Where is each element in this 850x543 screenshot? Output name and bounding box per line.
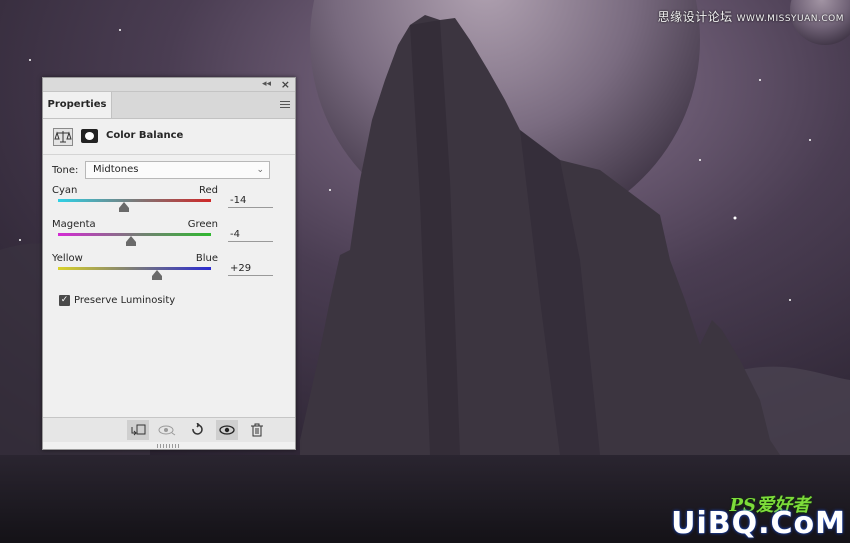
slider-right-label: Blue [195,253,218,264]
watermark-bottom: UiBQ.CoM [671,506,846,541]
watermark-top-cn: 思缘设计论坛 [657,10,733,24]
slider-value-field[interactable]: -4 [228,228,273,242]
properties-panel: ◂◂ × Properties Color Balance Tone: Midt… [42,77,296,450]
resize-grip[interactable] [157,444,179,448]
slider-left-label: Magenta [52,219,96,230]
watermark-top: 思缘设计论坛 WWW.MISSYUAN.COM [658,8,844,25]
slider-thumb[interactable] [126,236,137,246]
tone-label: Tone: [52,165,79,176]
color-balance-icon[interactable] [53,128,73,146]
slider-cyan-red: Cyan Red -14 [43,185,295,219]
clip-to-layer-icon[interactable] [127,420,149,440]
visibility-icon[interactable] [216,420,238,440]
slider-right-label: Red [199,185,218,196]
slider-value-field[interactable]: -14 [228,194,273,208]
adjustment-header: Color Balance [43,119,295,155]
preserve-luminosity-row: ✓ Preserve Luminosity [43,293,295,315]
slider-right-label: Green [187,219,218,230]
panel-menu-icon[interactable] [280,101,290,109]
slider-left-label: Cyan [52,185,78,196]
slider-yellow-blue: Yellow Blue +29 [43,253,295,287]
slider-group: Cyan Red -14 Magenta Green -4 Yellow Blu… [43,185,295,287]
slider-value-field[interactable]: +29 [228,262,273,276]
slider-thumb[interactable] [151,270,162,280]
slider-track[interactable] [58,267,211,270]
panel-bottom-bar [43,417,295,442]
tab-row: Properties [43,92,295,119]
panel-titlebar[interactable]: ◂◂ × [43,78,295,92]
delete-icon[interactable] [246,420,268,440]
close-icon[interactable]: × [281,78,290,91]
adjustment-title: Color Balance [106,130,184,141]
reset-icon[interactable] [186,420,208,440]
tone-row: Tone: Midtones ⌄ [43,155,295,185]
tone-select-value: Midtones [93,164,139,175]
tone-select[interactable]: Midtones ⌄ [85,161,270,179]
view-previous-icon[interactable] [156,420,178,440]
preserve-luminosity-checkbox[interactable]: ✓ [59,295,70,306]
slider-thumb[interactable] [118,202,129,212]
tab-properties[interactable]: Properties [43,92,112,118]
watermark-top-site: WWW.MISSYUAN.COM [736,14,844,24]
slider-left-label: Yellow [52,253,83,264]
layer-mask-icon[interactable] [81,129,98,143]
preserve-luminosity-label: Preserve Luminosity [74,295,176,306]
slider-track[interactable] [58,199,211,202]
collapse-icon[interactable]: ◂◂ [262,78,271,91]
chevron-down-icon: ⌄ [256,165,264,175]
slider-magenta-green: Magenta Green -4 [43,219,295,253]
